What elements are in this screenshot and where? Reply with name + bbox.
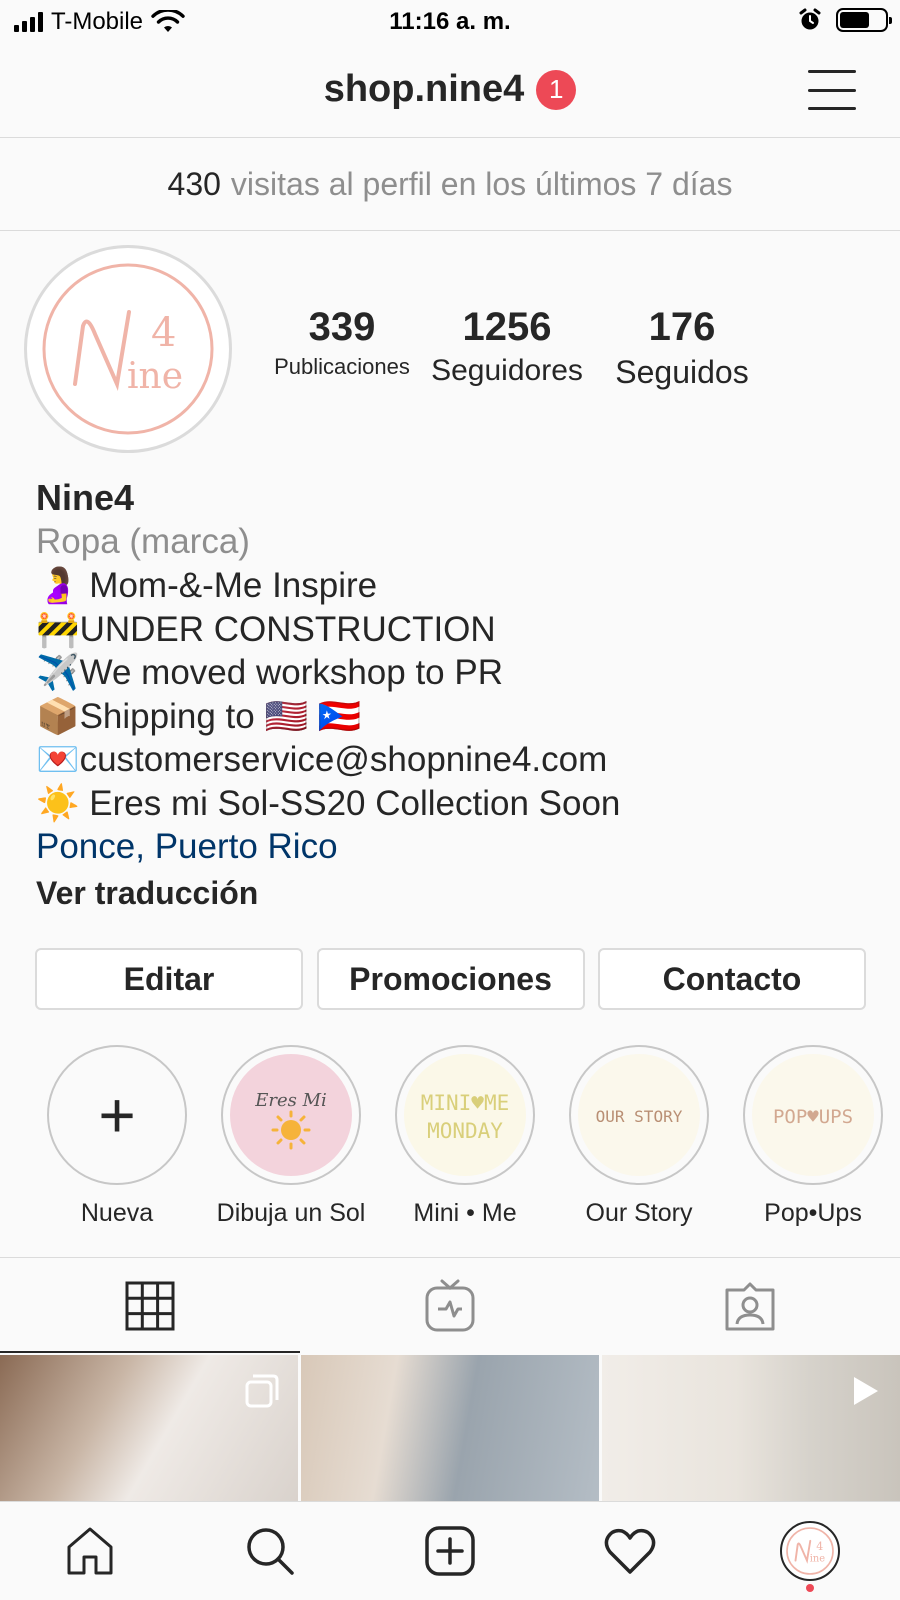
see-translation-link[interactable]: Ver traducción (36, 871, 876, 915)
following-stat[interactable]: 176 Seguidos (592, 305, 772, 391)
following-count: 176 (648, 305, 716, 349)
bio-line: ✈️We moved workshop to PR (36, 653, 503, 692)
highlight-label: Mini • Me (413, 1199, 517, 1227)
profile-header: shop.nine4 1 (0, 46, 900, 138)
svg-text:Eres Mi: Eres Mi (254, 1090, 327, 1111)
plus-icon: + (98, 1079, 136, 1151)
bio-line: 🚧UNDER CONSTRUCTION (36, 609, 496, 649)
bio-line: 💌customerservice@shopnine4.com (36, 740, 608, 779)
profile-avatar[interactable]: 4 ine (24, 245, 232, 453)
highlight-mini-me[interactable]: MINI♥ME MONDAY Mini • Me (378, 1045, 552, 1228)
highlight-cover: OUR STORY (578, 1054, 700, 1176)
nav-add-post[interactable] (360, 1502, 540, 1600)
promotions-button[interactable]: Promociones (316, 948, 585, 1010)
highlight-new[interactable]: + Nueva (30, 1045, 204, 1228)
heart-icon (604, 1528, 656, 1574)
status-bar: T-Mobile 11:16 a. m. (0, 0, 900, 46)
activity-dot (806, 1584, 814, 1592)
svg-text:MONDAY: MONDAY (427, 1119, 503, 1143)
following-label: Seguidos (615, 354, 749, 390)
status-time: 11:16 a. m. (389, 8, 511, 35)
igtv-icon (425, 1279, 475, 1331)
profile-avatar-small: 4 ine (780, 1521, 840, 1581)
tab-igtv[interactable] (300, 1258, 600, 1353)
nine4-logo-small: 4 ine (786, 1527, 834, 1575)
highlight-label: Pop•Ups (764, 1199, 862, 1227)
profile-actions: Editar Promociones Contacto (35, 948, 866, 1010)
post-thumbnail[interactable] (0, 1355, 298, 1501)
bottom-navigation: 4 ine (0, 1501, 900, 1600)
battery-icon (836, 8, 892, 32)
add-post-icon (425, 1526, 475, 1576)
bio-line: 🤰 Mom-&-Me Inspire (36, 566, 378, 605)
status-right (798, 8, 892, 32)
nav-home[interactable] (0, 1502, 180, 1600)
posts-label: Publicaciones (274, 354, 410, 379)
sun-icon: Eres Mi (254, 1090, 327, 1150)
username-switcher[interactable]: shop.nine4 1 (324, 68, 577, 111)
post-thumbnail[interactable] (602, 1355, 900, 1501)
highlight-cover: Eres Mi (230, 1054, 352, 1176)
edit-profile-button[interactable]: Editar (35, 948, 303, 1010)
story-highlights: + Nueva Eres Mi Dibuja un Sol MINI♥ME MO… (30, 1045, 900, 1228)
bio-line: 📦Shipping to 🇺🇸 🇵🇷 (36, 696, 362, 736)
nav-profile[interactable]: 4 ine (720, 1502, 900, 1600)
nav-activity[interactable] (540, 1502, 720, 1600)
highlight-label: Nueva (80, 1199, 154, 1227)
tab-tagged[interactable] (600, 1258, 900, 1353)
posts-grid (0, 1355, 900, 1501)
profile-tabs (0, 1257, 900, 1353)
followers-stat[interactable]: 1256 Seguidores (422, 305, 592, 391)
search-icon (247, 1528, 294, 1575)
svg-text:OUR STORY: OUR STORY (596, 1107, 683, 1126)
svg-text:4: 4 (816, 1540, 823, 1553)
nine4-logo: 4 ine (42, 263, 214, 435)
followers-label: Seguidores (431, 354, 583, 387)
tab-grid[interactable] (0, 1258, 300, 1353)
profile-category: Ropa (marca) (36, 522, 250, 561)
location-link[interactable]: Ponce, Puerto Rico (36, 825, 876, 869)
svg-text:MINI♥ME: MINI♥ME (421, 1091, 510, 1115)
menu-icon[interactable] (808, 70, 856, 110)
highlight-pop-ups[interactable]: POP♥UPS Pop•Ups (726, 1045, 900, 1228)
highlight-dibuja-un-sol[interactable]: Eres Mi Dibuja un Sol (204, 1045, 378, 1228)
tagged-icon (725, 1282, 775, 1330)
highlight-our-story[interactable]: OUR STORY Our Story (552, 1045, 726, 1228)
highlight-cover: MINI♥ME MONDAY (404, 1054, 526, 1176)
visits-text: visitas al perfil en los últimos 7 días (230, 165, 733, 202)
profile-visits-banner[interactable]: 430 visitas al perfil en los últimos 7 d… (0, 138, 900, 231)
highlight-label: Our Story (585, 1199, 693, 1227)
multi-photo-icon (245, 1374, 279, 1408)
grid-icon (125, 1281, 175, 1330)
username-label: shop.nine4 (323, 68, 525, 110)
posts-count: 339 (308, 305, 376, 349)
profile-stats: 339 Publicaciones 1256 Seguidores 176 Se… (262, 305, 782, 391)
nav-search[interactable] (180, 1502, 360, 1600)
visits-count: 430 (167, 165, 221, 202)
followers-count: 1256 (462, 305, 552, 349)
svg-text:4: 4 (151, 310, 176, 356)
svg-text:ine: ine (810, 1554, 825, 1565)
bio-line: ☀️ Eres mi Sol-SS20 Collection Soon (36, 783, 621, 823)
notification-badge: 1 (536, 69, 577, 110)
posts-stat[interactable]: 339 Publicaciones (262, 305, 422, 391)
profile-bio: Nine4 Ropa (marca) 🤰 Mom-&-Me Inspire 🚧U… (36, 476, 876, 915)
home-icon (67, 1527, 113, 1575)
profile-name: Nine4 (36, 477, 135, 518)
video-play-icon (854, 1377, 878, 1405)
highlight-cover: POP♥UPS (752, 1054, 874, 1176)
svg-text:ine: ine (127, 356, 183, 397)
post-thumbnail[interactable] (301, 1355, 599, 1501)
alarm-icon (799, 8, 821, 30)
svg-text:POP♥UPS: POP♥UPS (773, 1106, 853, 1128)
highlight-label: Dibuja un Sol (216, 1199, 366, 1227)
contact-button[interactable]: Contacto (598, 948, 866, 1010)
